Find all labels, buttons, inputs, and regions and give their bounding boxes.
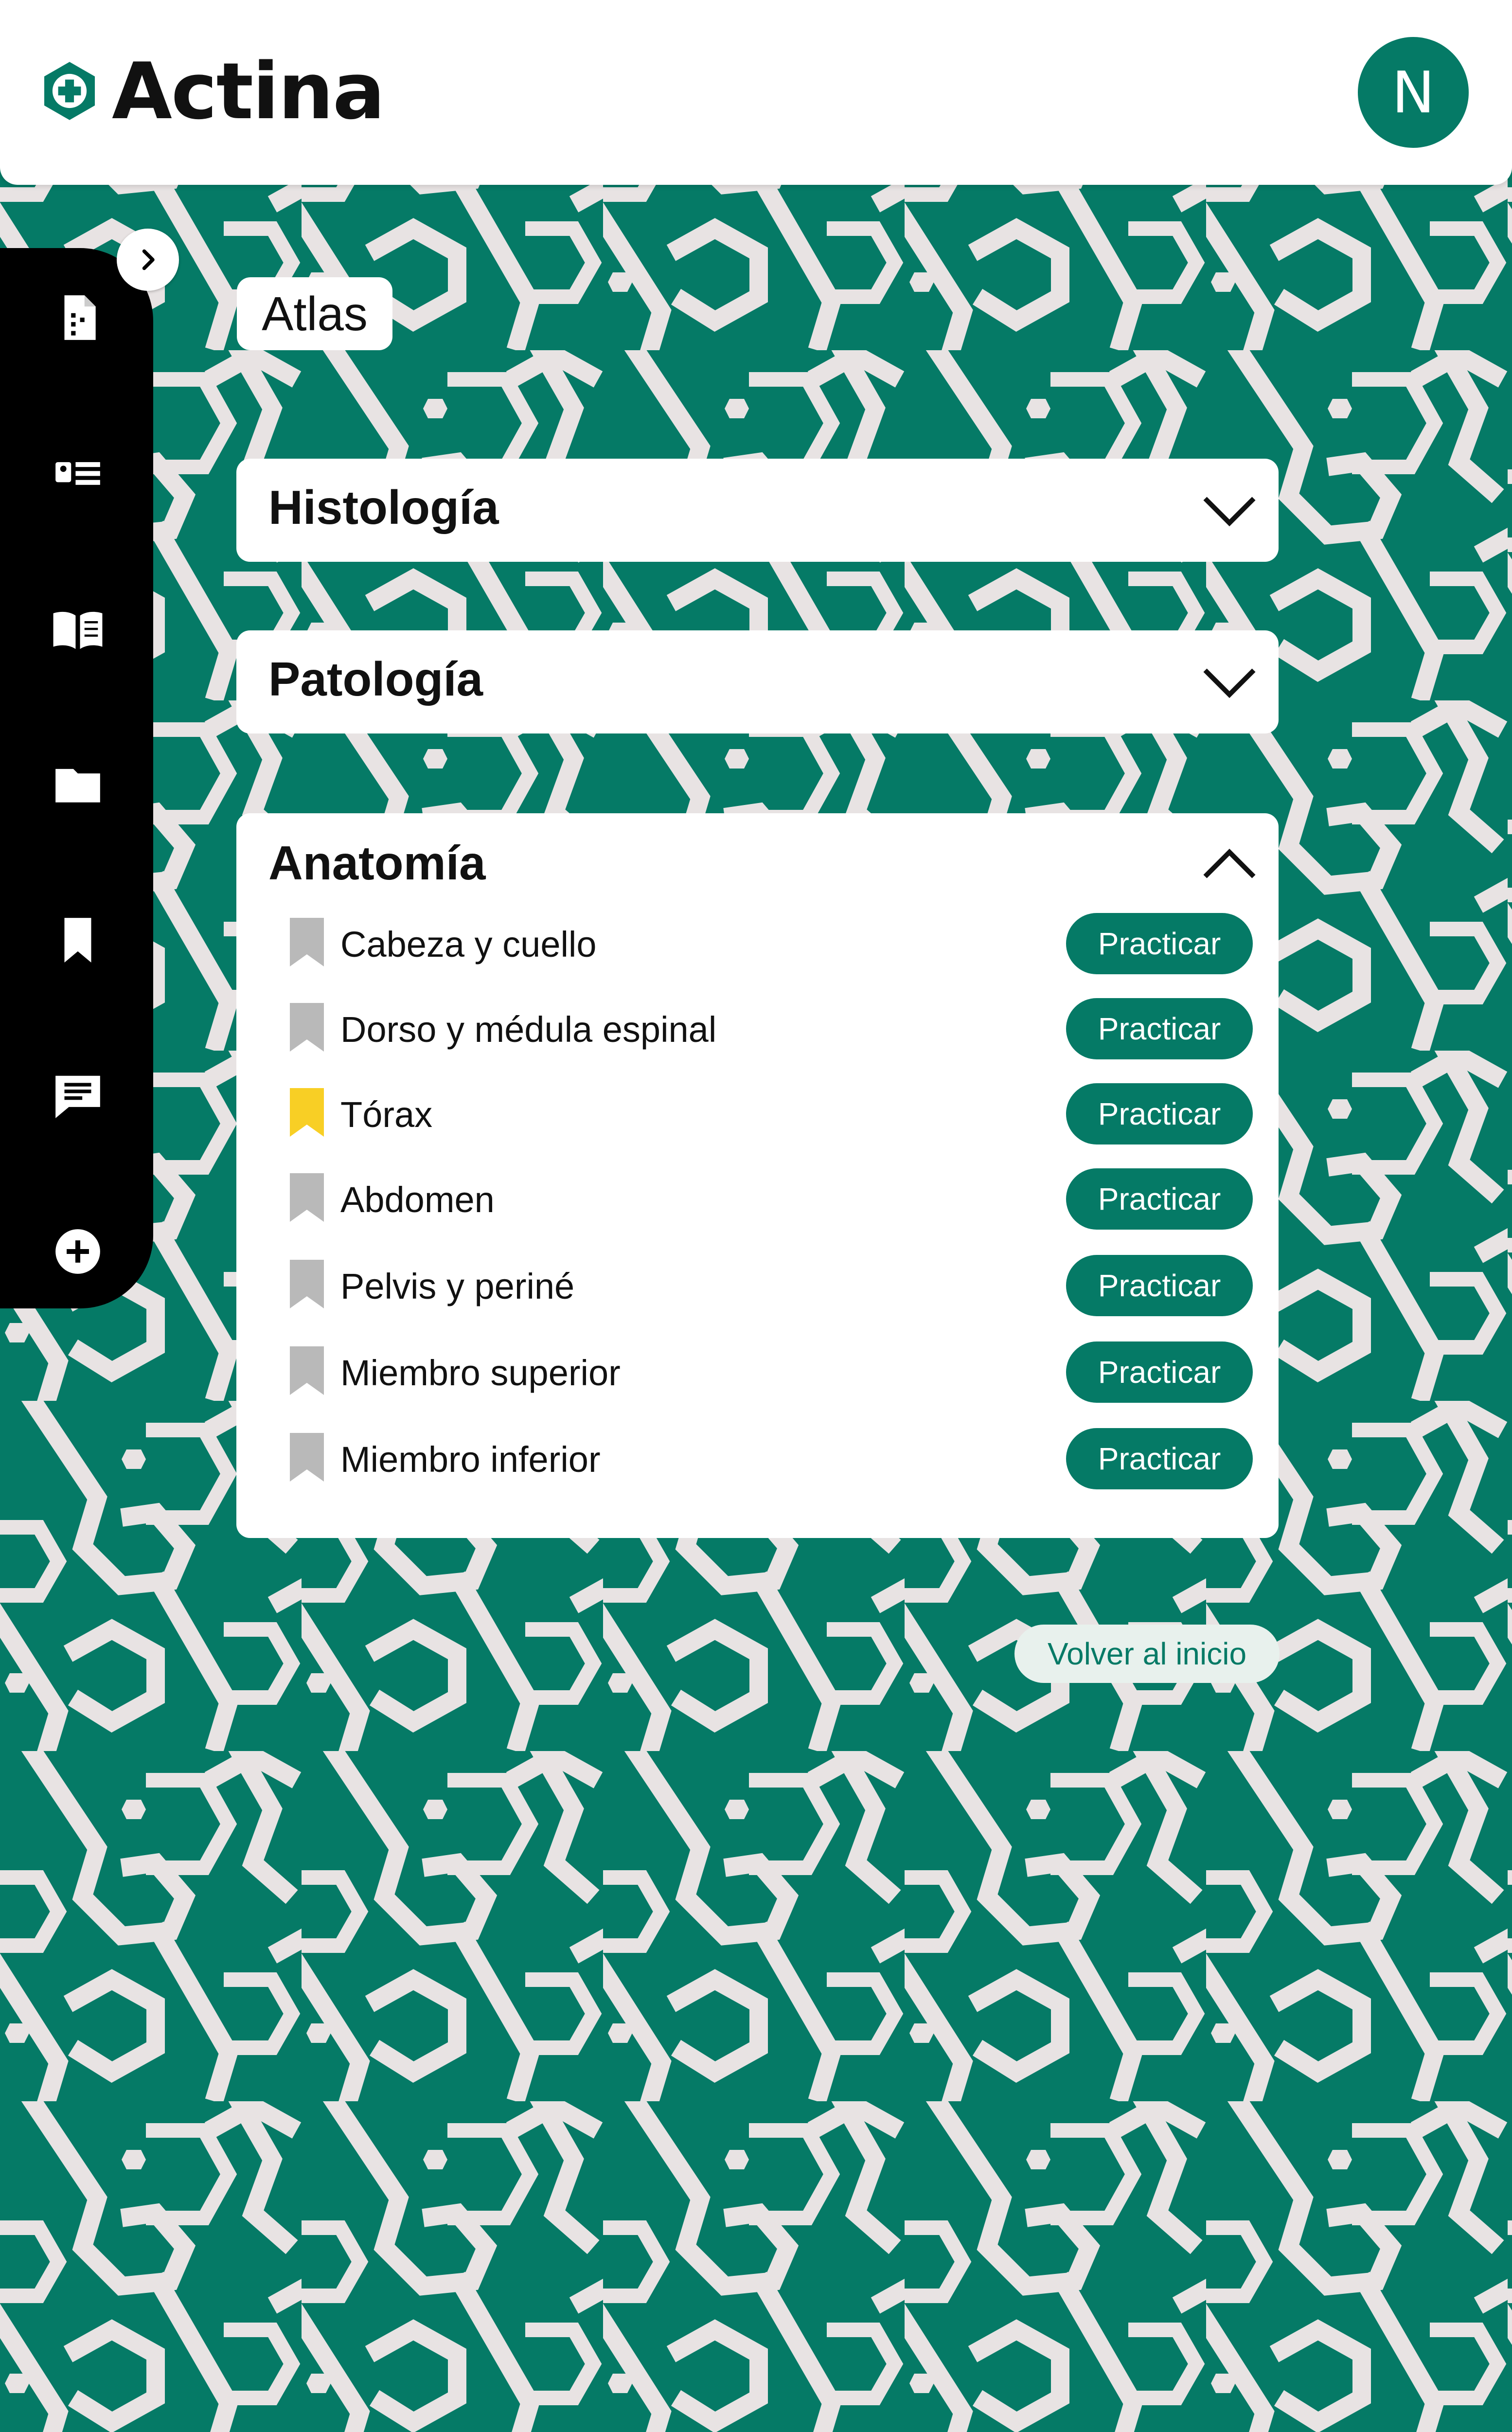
bookmark-icon[interactable]	[51, 913, 105, 967]
app-name: Actina	[112, 45, 385, 137]
sidebar	[0, 248, 153, 1308]
list-item: Miembro superior Practicar	[236, 1341, 1279, 1405]
item-label: Pelvis y periné	[340, 1266, 575, 1306]
section-title: Patología	[268, 652, 483, 706]
brand[interactable]: Actina	[38, 45, 385, 137]
section-title[interactable]: Anatomía	[268, 836, 486, 891]
page-title: Atlas	[237, 277, 392, 350]
id-card-icon[interactable]	[51, 447, 105, 500]
chevron-down-icon[interactable]	[1200, 491, 1259, 530]
bookmark-icon[interactable]	[290, 1003, 324, 1052]
list-item: Tórax Practicar	[236, 1083, 1279, 1146]
bookmark-icon[interactable]	[290, 1346, 324, 1395]
chevron-right-icon	[142, 249, 155, 270]
practice-button[interactable]: Practicar	[1066, 913, 1253, 974]
bookmark-icon[interactable]	[290, 1088, 324, 1137]
list-item: Pelvis y periné Practicar	[236, 1255, 1279, 1318]
list-item: Cabeza y cuello Practicar	[236, 913, 1279, 976]
practice-button[interactable]: Practicar	[1066, 1083, 1253, 1144]
section-patologia[interactable]: Patología	[236, 630, 1279, 733]
bookmark-icon[interactable]	[290, 1173, 324, 1222]
add-circle-icon[interactable]	[51, 1225, 105, 1278]
practice-button[interactable]: Practicar	[1066, 1255, 1253, 1316]
list-item: Miembro inferior Practicar	[236, 1428, 1279, 1491]
list-item: Dorso y médula espinal Practicar	[236, 998, 1279, 1061]
bookmark-icon[interactable]	[290, 1260, 324, 1308]
top-header: Actina N	[0, 0, 1512, 185]
section-histologia[interactable]: Histología	[236, 459, 1279, 562]
chat-icon[interactable]	[51, 1069, 105, 1123]
back-home-button[interactable]: Volver al inicio	[1014, 1625, 1280, 1683]
actina-logo-icon	[44, 62, 95, 120]
item-label: Abdomen	[340, 1180, 495, 1220]
sidebar-toggle-button[interactable]	[117, 229, 179, 291]
list-item: Abdomen Practicar	[236, 1168, 1279, 1232]
practice-button[interactable]: Practicar	[1066, 1341, 1253, 1403]
bookmark-icon[interactable]	[290, 1433, 324, 1482]
user-avatar[interactable]: N	[1358, 37, 1469, 148]
open-book-icon[interactable]	[51, 602, 105, 656]
bookmark-icon[interactable]	[290, 918, 324, 966]
practice-button[interactable]: Practicar	[1066, 1428, 1253, 1489]
chevron-up-icon[interactable]	[1200, 844, 1259, 883]
practice-button[interactable]: Practicar	[1066, 998, 1253, 1059]
item-label: Cabeza y cuello	[340, 924, 597, 965]
item-label: Tórax	[340, 1094, 433, 1135]
chevron-down-icon[interactable]	[1200, 662, 1259, 701]
item-label: Miembro inferior	[340, 1439, 601, 1480]
item-label: Dorso y médula espinal	[340, 1009, 717, 1050]
document-icon[interactable]	[51, 291, 105, 344]
item-label: Miembro superior	[340, 1353, 621, 1393]
section-title: Histología	[268, 481, 499, 534]
section-anatomia: Anatomía Cabeza y cuello Practicar Dorso…	[236, 813, 1279, 1538]
folder-icon[interactable]	[51, 758, 105, 811]
practice-button[interactable]: Practicar	[1066, 1168, 1253, 1230]
